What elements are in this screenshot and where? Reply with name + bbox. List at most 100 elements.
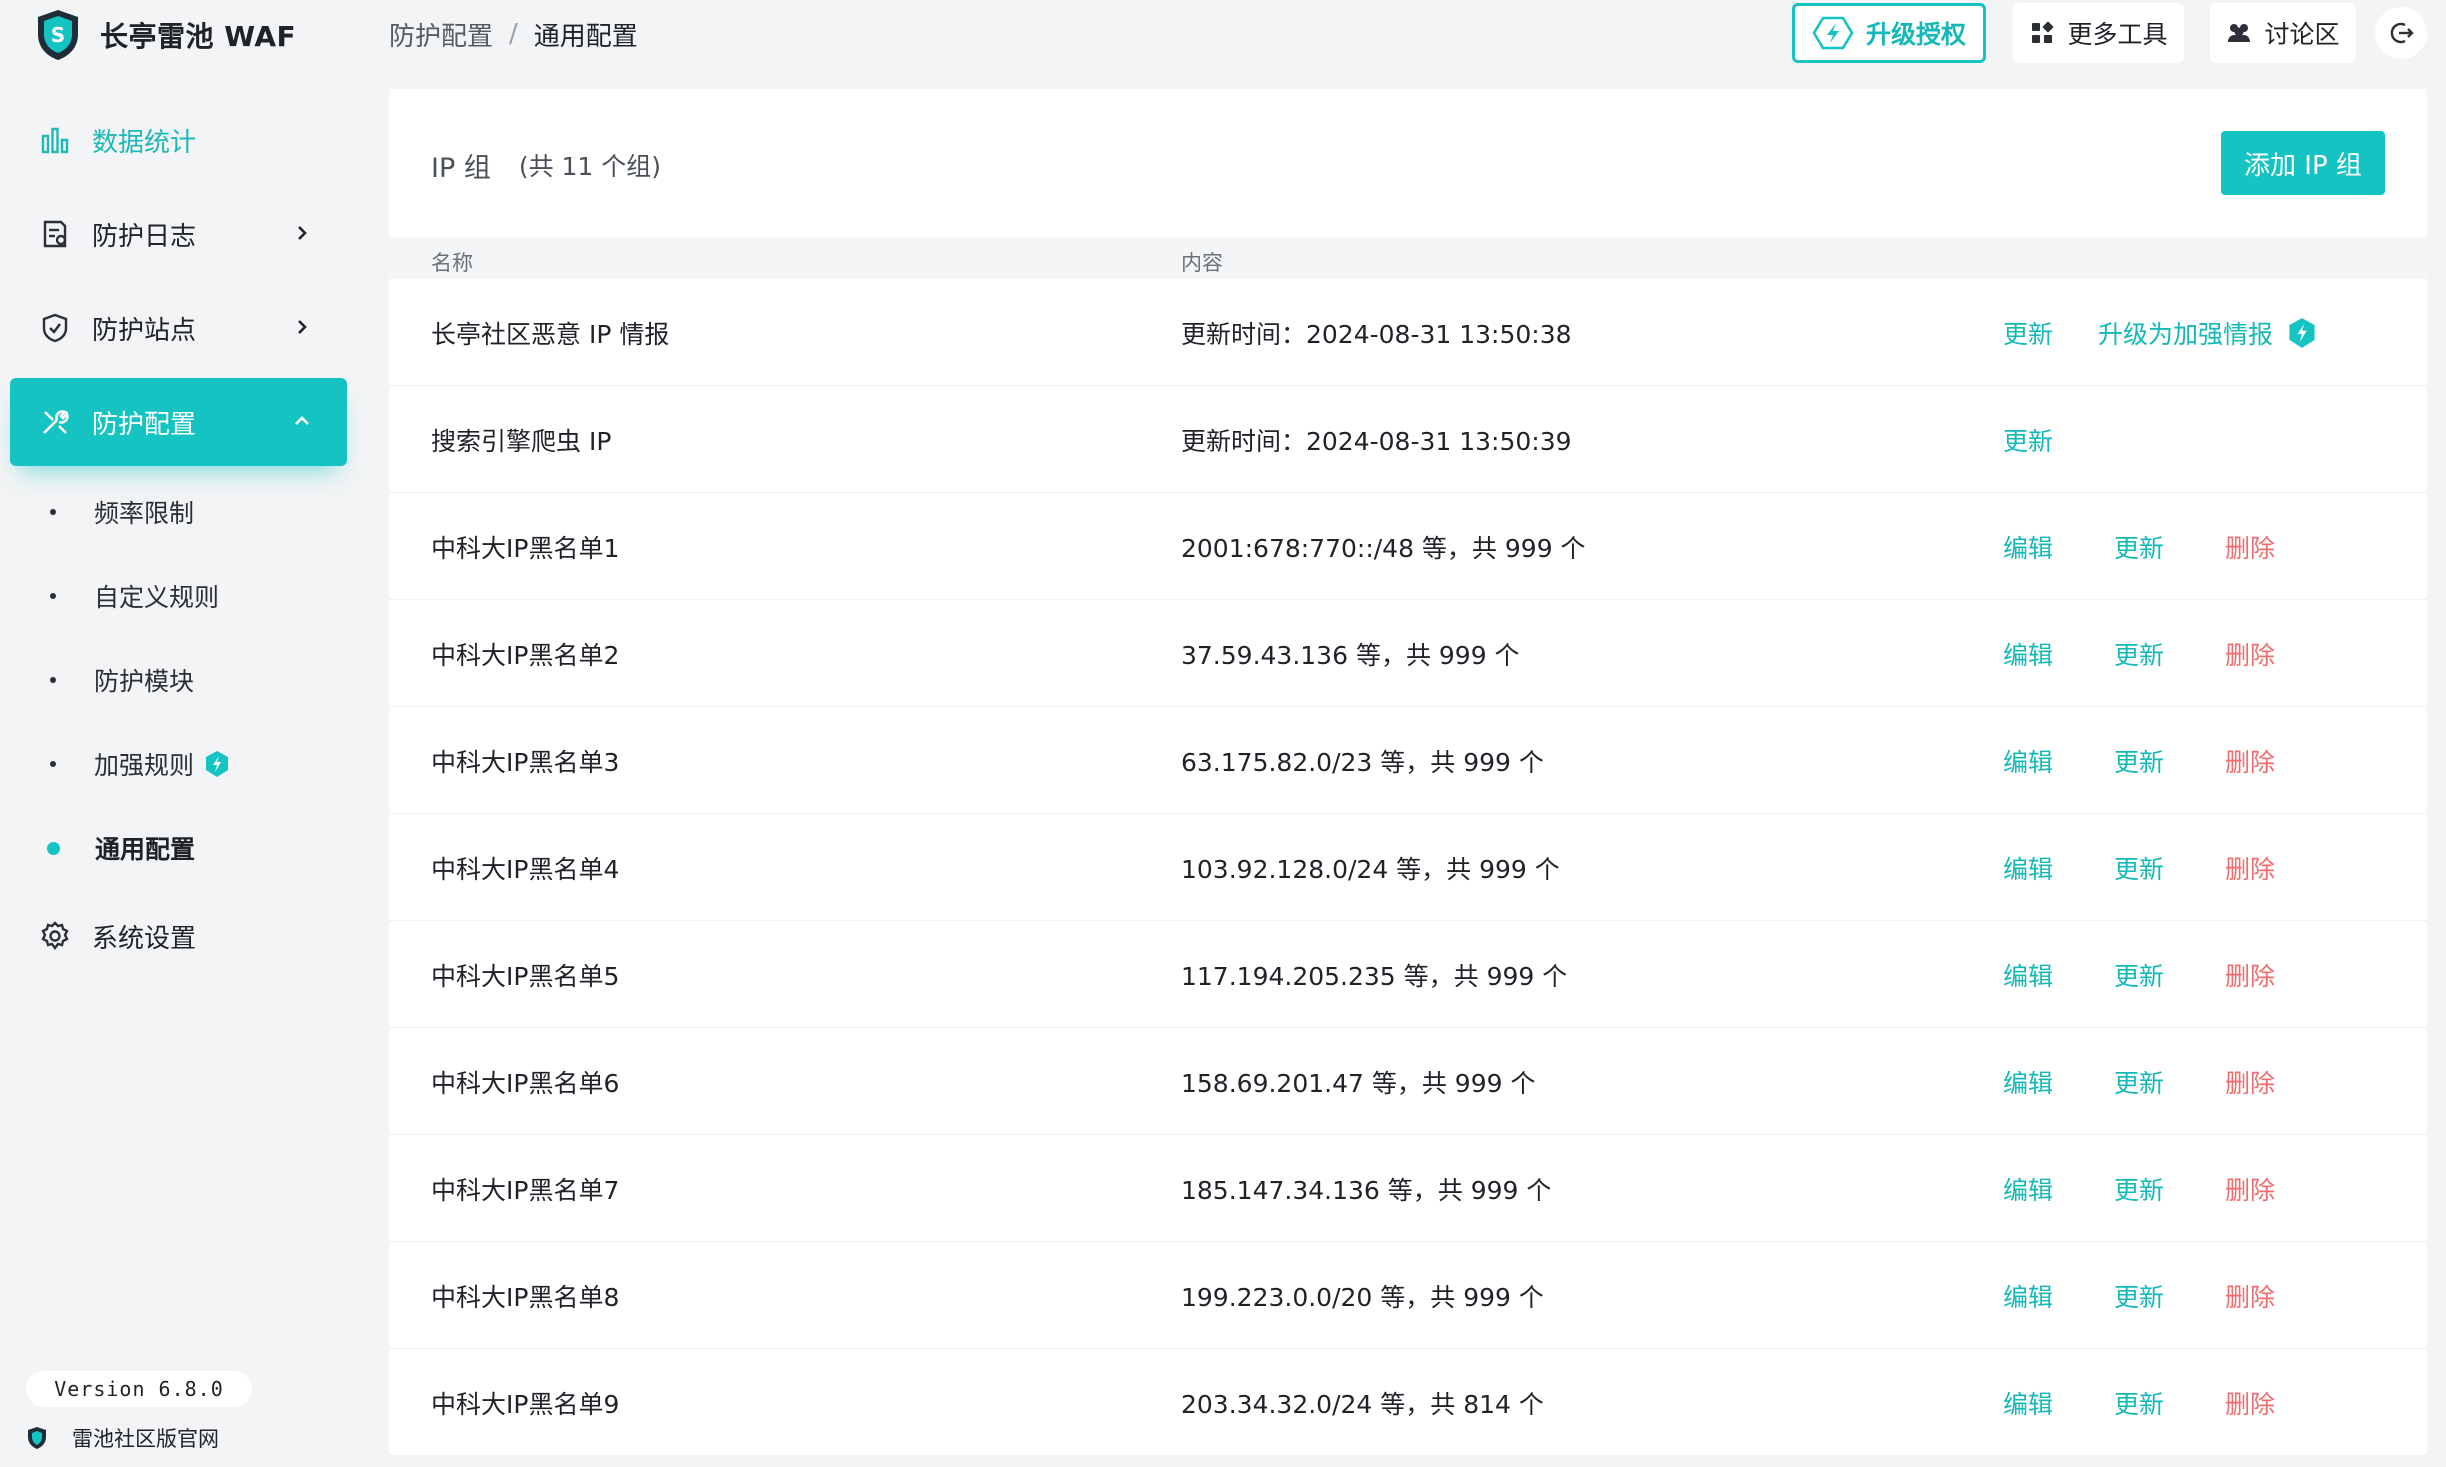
update-button[interactable]: 更新 bbox=[2003, 422, 2053, 458]
edit-button[interactable]: 编辑 bbox=[2003, 850, 2053, 886]
delete-button[interactable]: 删除 bbox=[2225, 850, 2275, 886]
row-content: 199.223.0.0/20 等，共 999 个 bbox=[1181, 1283, 1544, 1312]
sidebar-item-system-settings[interactable]: 系统设置 bbox=[10, 892, 347, 980]
page-title: IP 组 bbox=[431, 152, 491, 184]
row-name: 中科大IP黑名单2 bbox=[431, 641, 620, 670]
table-row: 中科大IP黑名单3 63.175.82.0/23 等，共 999 个 编辑 更新… bbox=[389, 707, 2427, 814]
table-row: 中科大IP黑名单6 158.69.201.47 等，共 999 个 编辑 更新 … bbox=[389, 1028, 2427, 1135]
logo-shield-icon: S bbox=[38, 10, 78, 60]
delete-button[interactable]: 删除 bbox=[2225, 529, 2275, 565]
bullet-dot bbox=[50, 593, 56, 599]
upgrade-enhanced-intel-button[interactable]: 升级为加强情报 bbox=[2098, 315, 2317, 351]
table-row: 长亭社区恶意 IP 情报 更新时间：2024-08-31 13:50:38 更新… bbox=[389, 279, 2427, 386]
sidebar: S 长亭雷池 WAF 数据统计 防护日志 防护站点 防护配置 频率限制 自定义规… bbox=[0, 0, 365, 1467]
sidebar-item-statistics[interactable]: 数据统计 bbox=[10, 96, 347, 184]
edit-button[interactable]: 编辑 bbox=[2003, 1171, 2053, 1207]
sidebar-subitem-rate-limit[interactable]: 频率限制 bbox=[40, 482, 194, 542]
edit-button[interactable]: 编辑 bbox=[2003, 1278, 2053, 1314]
sidebar-item-protection-logs[interactable]: 防护日志 bbox=[10, 190, 347, 278]
app-logo[interactable]: S 长亭雷池 WAF bbox=[34, 6, 296, 64]
row-name: 中科大IP黑名单8 bbox=[431, 1283, 620, 1312]
app-title: 长亭雷池 WAF bbox=[100, 20, 297, 53]
breadcrumb-current: 通用配置 bbox=[533, 21, 638, 52]
delete-button[interactable]: 删除 bbox=[2225, 957, 2275, 993]
breadcrumb: 防护配置 / 通用配置 bbox=[389, 16, 638, 52]
forum-label: 讨论区 bbox=[2264, 20, 2340, 49]
edit-button[interactable]: 编辑 bbox=[2003, 1385, 2053, 1421]
update-button[interactable]: 更新 bbox=[2114, 743, 2164, 779]
update-button[interactable]: 更新 bbox=[2114, 1278, 2164, 1314]
update-button[interactable]: 更新 bbox=[2114, 1064, 2164, 1100]
table-header: 名称 内容 bbox=[389, 237, 2427, 279]
column-header-content: 内容 bbox=[1181, 251, 1223, 275]
official-site-link[interactable]: 雷池社区版官网 bbox=[26, 1422, 219, 1454]
bullet-dot-active bbox=[47, 841, 60, 855]
tools-icon bbox=[38, 405, 72, 439]
row-name: 中科大IP黑名单3 bbox=[431, 748, 620, 777]
edit-button[interactable]: 编辑 bbox=[2003, 636, 2053, 672]
row-name: 中科大IP黑名单6 bbox=[431, 1069, 620, 1098]
table-row: 中科大IP黑名单4 103.92.128.0/24 等，共 999 个 编辑 更… bbox=[389, 814, 2427, 921]
update-button[interactable]: 更新 bbox=[2114, 850, 2164, 886]
more-tools-button[interactable]: 更多工具 bbox=[2013, 3, 2184, 63]
chevron-right-icon bbox=[298, 320, 307, 334]
logout-button[interactable] bbox=[2375, 7, 2427, 59]
update-button[interactable]: 更新 bbox=[2114, 529, 2164, 565]
upgrade-license-label: 升级授权 bbox=[1865, 20, 1966, 49]
row-content: 185.147.34.136 等，共 999 个 bbox=[1181, 1176, 1552, 1205]
sidebar-subitem-general-config[interactable]: 通用配置 bbox=[40, 818, 195, 878]
sidebar-item-protected-sites[interactable]: 防护站点 bbox=[10, 284, 347, 372]
delete-button[interactable]: 删除 bbox=[2225, 1064, 2275, 1100]
delete-button[interactable]: 删除 bbox=[2225, 1278, 2275, 1314]
forum-button[interactable]: 讨论区 bbox=[2210, 3, 2356, 63]
delete-button[interactable]: 删除 bbox=[2225, 743, 2275, 779]
table-row: 搜索引擎爬虫 IP 更新时间：2024-08-31 13:50:39 更新 bbox=[389, 386, 2427, 493]
breadcrumb-item[interactable]: 防护配置 bbox=[389, 16, 493, 53]
table-row: 中科大IP黑名单8 199.223.0.0/20 等，共 999 个 编辑 更新… bbox=[389, 1242, 2427, 1349]
delete-button[interactable]: 删除 bbox=[2225, 1171, 2275, 1207]
grid-icon bbox=[2032, 21, 2054, 43]
update-button[interactable]: 更新 bbox=[2114, 636, 2164, 672]
sidebar-subitem-custom-rules[interactable]: 自定义规则 bbox=[40, 566, 219, 626]
edit-button[interactable]: 编辑 bbox=[2003, 957, 2053, 993]
version-badge: Version 6.8.0 bbox=[26, 1371, 252, 1407]
enhanced-badge-icon bbox=[206, 751, 229, 777]
chevron-up-icon bbox=[295, 416, 309, 425]
official-site-label: 雷池社区版官网 bbox=[72, 1427, 219, 1451]
row-content: 更新时间：2024-08-31 13:50:39 bbox=[1181, 427, 1572, 456]
gear-icon bbox=[38, 919, 72, 953]
table-row: 中科大IP黑名单2 37.59.43.136 等，共 999 个 编辑 更新 删… bbox=[389, 600, 2427, 707]
edit-button[interactable]: 编辑 bbox=[2003, 743, 2053, 779]
shield-icon bbox=[38, 311, 72, 345]
edit-button[interactable]: 编辑 bbox=[2003, 529, 2053, 565]
add-ip-group-button[interactable]: 添加 IP 组 bbox=[2221, 131, 2385, 195]
sidebar-subitem-enhanced-rules[interactable]: 加强规则 bbox=[40, 734, 230, 794]
row-name: 中科大IP黑名单5 bbox=[431, 962, 620, 991]
table-row: 中科大IP黑名单7 185.147.34.136 等，共 999 个 编辑 更新… bbox=[389, 1135, 2427, 1242]
delete-button[interactable]: 删除 bbox=[2225, 1385, 2275, 1421]
enhanced-badge-icon bbox=[2289, 318, 2315, 348]
edit-button[interactable]: 编辑 bbox=[2003, 1064, 2053, 1100]
update-button[interactable]: 更新 bbox=[2114, 957, 2164, 993]
svg-text:S: S bbox=[51, 23, 65, 47]
bullet-dot bbox=[50, 761, 56, 767]
upgrade-license-button[interactable]: 升级授权 bbox=[1792, 3, 1986, 63]
update-button[interactable]: 更新 bbox=[2114, 1171, 2164, 1207]
row-content: 2001:678:770::/48 等，共 999 个 bbox=[1181, 534, 1586, 563]
bar-chart-icon bbox=[38, 123, 72, 157]
update-button[interactable]: 更新 bbox=[2003, 315, 2053, 351]
row-name: 中科大IP黑名单9 bbox=[431, 1390, 620, 1419]
chevron-right-icon bbox=[298, 226, 307, 240]
group-count: (共 11 个组) bbox=[518, 152, 662, 181]
sidebar-item-protection-config[interactable]: 防护配置 bbox=[10, 378, 347, 466]
delete-button[interactable]: 删除 bbox=[2225, 636, 2275, 672]
small-logo-icon bbox=[28, 1427, 46, 1449]
row-name: 搜索引擎爬虫 IP bbox=[431, 427, 612, 456]
sidebar-item-label: 防护配置 bbox=[92, 409, 197, 440]
update-button[interactable]: 更新 bbox=[2114, 1385, 2164, 1421]
row-name: 中科大IP黑名单4 bbox=[431, 855, 620, 884]
sidebar-subitem-label: 加强规则 bbox=[94, 751, 195, 780]
sidebar-subitem-label: 通用配置 bbox=[95, 835, 196, 864]
sidebar-subitem-protection-modules[interactable]: 防护模块 bbox=[40, 650, 194, 710]
sidebar-subitem-label: 自定义规则 bbox=[94, 583, 220, 612]
